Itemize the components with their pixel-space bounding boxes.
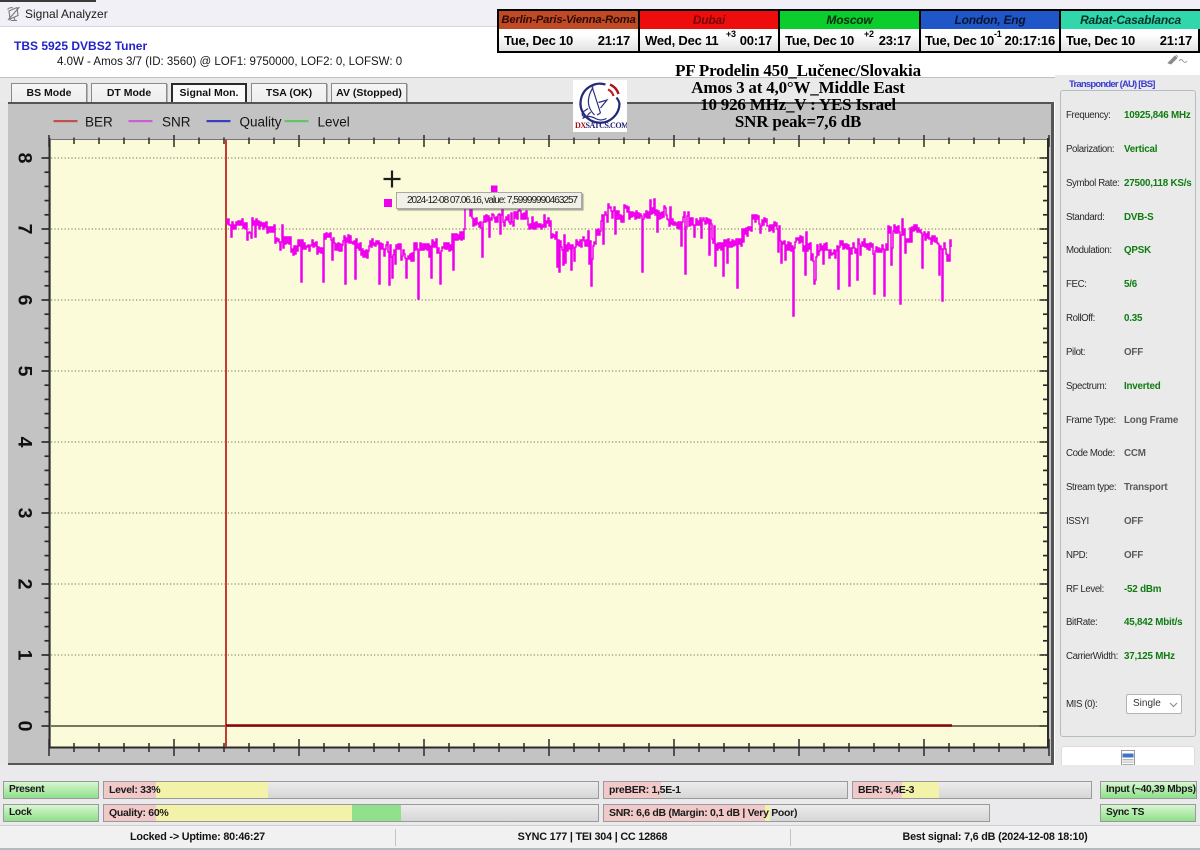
svg-text:7: 7 [14,224,36,235]
svg-text:1: 1 [14,650,36,661]
svg-text:BER: BER [85,115,113,130]
svg-text:5: 5 [14,366,36,377]
svg-text:Level: Level [318,115,350,130]
svg-text:SATCS.COM: SATCS.COM [586,121,628,130]
svg-text:2: 2 [14,579,36,590]
svg-text:8: 8 [14,153,36,164]
svg-text:SNR: SNR [162,115,191,130]
svg-text:Quality: Quality [240,115,282,130]
svg-text:4: 4 [14,437,36,448]
svg-text:3: 3 [14,508,36,519]
svg-text:0: 0 [14,721,36,732]
svg-text:6: 6 [14,295,36,306]
